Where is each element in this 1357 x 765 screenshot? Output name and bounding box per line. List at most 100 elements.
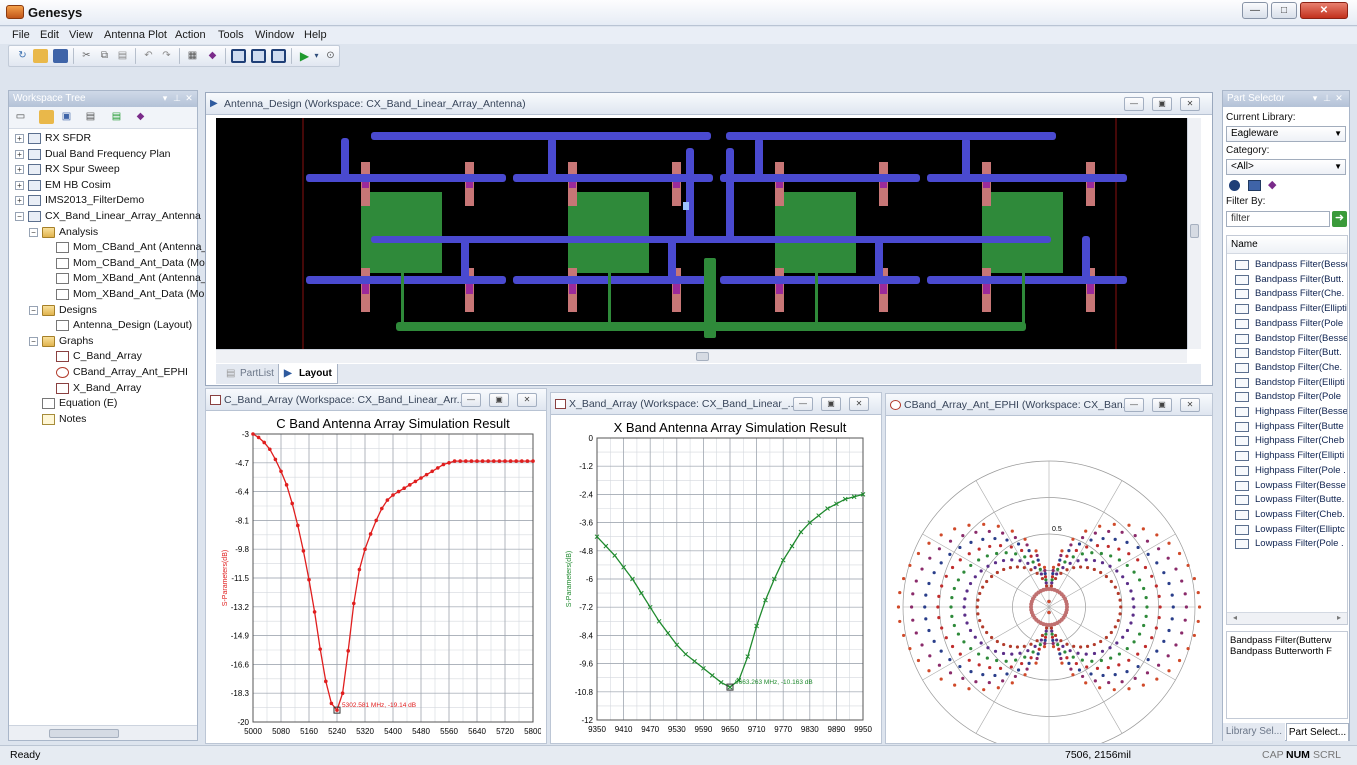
- run-dropdown-icon[interactable]: ▾: [309, 49, 324, 63]
- maximize-button[interactable]: □: [1271, 2, 1297, 19]
- layout-close-button[interactable]: ✕: [1180, 97, 1200, 111]
- pattern-point: [968, 581, 973, 586]
- filter-input[interactable]: filter: [1226, 211, 1330, 227]
- menu-file[interactable]: File: [12, 29, 30, 41]
- save-workspace-icon[interactable]: ▣: [59, 110, 74, 124]
- collapse-icon[interactable]: −: [29, 305, 38, 315]
- pin-icon[interactable]: ⊥: [1321, 92, 1333, 105]
- menu-window[interactable]: Window: [255, 29, 294, 41]
- new-icon[interactable]: ▭: [13, 110, 28, 124]
- info-icon[interactable]: [1229, 180, 1240, 191]
- panel-menu-icon[interactable]: ▾: [1309, 92, 1321, 105]
- grid-icon[interactable]: [271, 49, 286, 63]
- tile-icon[interactable]: [231, 49, 246, 63]
- cascade-icon[interactable]: [251, 49, 266, 63]
- data-point: [452, 459, 457, 463]
- workspace-tree-title: Workspace Tree: [13, 93, 86, 104]
- add-analysis-icon[interactable]: ▤: [109, 110, 124, 124]
- copy-icon[interactable]: ⧉: [97, 49, 112, 63]
- part-list-item-label: Bandpass Filter(Besse: [1255, 259, 1348, 270]
- category-select[interactable]: <All> ▼: [1226, 159, 1346, 175]
- expand-icon[interactable]: +: [15, 134, 24, 143]
- properties-icon[interactable]: ◆: [133, 110, 148, 124]
- pattern-point: [1025, 543, 1029, 547]
- layout-horizontal-scrollbar[interactable]: [216, 349, 1187, 363]
- filter-part-icon: [1235, 465, 1249, 476]
- tab-layout[interactable]: ▶ Layout: [278, 364, 338, 384]
- menu-edit[interactable]: Edit: [40, 29, 59, 41]
- pattern-point: [911, 618, 915, 622]
- pattern-point: [1141, 683, 1145, 687]
- menu-tools[interactable]: Tools: [218, 29, 244, 41]
- layout-minimize-button[interactable]: —: [1124, 97, 1144, 111]
- part-list-scrollbar[interactable]: ◂ ▸: [1227, 612, 1347, 624]
- workspace-icon: [28, 148, 41, 160]
- library-select[interactable]: Eagleware ▼: [1226, 126, 1346, 142]
- menu-action[interactable]: Action: [175, 29, 206, 41]
- pattern-point: [1044, 632, 1048, 636]
- tree-item-label: CX_Band_Linear_Array_Antenna: [45, 210, 201, 222]
- menu-view[interactable]: View: [69, 29, 93, 41]
- collapse-icon[interactable]: −: [29, 227, 38, 237]
- data-point: [279, 469, 283, 474]
- help-icon[interactable]: ⊙: [323, 49, 338, 63]
- pattern-point: [1107, 680, 1111, 685]
- collapse-icon[interactable]: −: [15, 212, 24, 221]
- pattern-point: [1050, 632, 1054, 636]
- x-band-minimize-button[interactable]: —: [793, 397, 813, 411]
- c-band-close-button[interactable]: ✕: [517, 393, 537, 407]
- x-band-maximize-button[interactable]: ▣: [821, 397, 841, 411]
- panel-close-icon[interactable]: ✕: [1333, 92, 1345, 105]
- tab-partlist[interactable]: ▤ PartList: [220, 364, 276, 384]
- tab-part-selector[interactable]: Part Select...: [1286, 723, 1349, 741]
- x-band-close-button[interactable]: ✕: [849, 397, 869, 411]
- folder-icon[interactable]: [1248, 180, 1261, 191]
- c-band-maximize-button[interactable]: ▣: [489, 393, 509, 407]
- panel-close-icon[interactable]: ✕: [183, 92, 195, 105]
- print-icon[interactable]: ▦: [185, 49, 200, 63]
- pattern-point: [1106, 665, 1110, 670]
- tab-library-selector[interactable]: Library Sel...: [1223, 723, 1285, 741]
- polar-minimize-button[interactable]: —: [1124, 398, 1144, 412]
- polar-maximize-button[interactable]: ▣: [1152, 398, 1172, 412]
- pattern-point: [937, 594, 941, 598]
- open-icon[interactable]: [33, 49, 48, 63]
- pattern-point: [1092, 558, 1097, 563]
- redo-icon[interactable]: ↷: [159, 49, 174, 63]
- save-icon[interactable]: [53, 49, 68, 63]
- expand-icon[interactable]: +: [15, 180, 24, 190]
- layout-canvas[interactable]: [216, 118, 1187, 349]
- properties-icon[interactable]: ◆: [205, 49, 220, 63]
- paste-icon[interactable]: ▤: [115, 49, 130, 63]
- polar-close-button[interactable]: ✕: [1180, 398, 1200, 412]
- open-folder-icon[interactable]: [39, 110, 54, 124]
- layout-maximize-button[interactable]: ▣: [1152, 97, 1172, 111]
- minimize-button[interactable]: —: [1242, 2, 1268, 19]
- collapse-icon[interactable]: −: [29, 336, 38, 346]
- pattern-point: [1154, 584, 1158, 588]
- layout-vertical-scrollbar[interactable]: [1187, 118, 1201, 349]
- y-tick-label: -4.8: [579, 547, 593, 556]
- apply-filter-button[interactable]: ➜: [1332, 211, 1347, 227]
- antenna-layout-drawing[interactable]: [216, 118, 1187, 349]
- expand-icon[interactable]: +: [15, 165, 24, 175]
- horizontal-scrollbar[interactable]: [9, 725, 197, 740]
- panel-menu-icon[interactable]: ▾: [159, 92, 171, 105]
- c-band-minimize-button[interactable]: —: [461, 393, 481, 407]
- add-item-icon[interactable]: ▤: [83, 110, 98, 124]
- cut-icon[interactable]: ✂: [79, 49, 94, 63]
- close-button[interactable]: ✕: [1300, 2, 1348, 19]
- pattern-point: [902, 633, 906, 638]
- pattern-point: [1119, 605, 1123, 609]
- properties-icon[interactable]: ◆: [1268, 180, 1280, 191]
- pattern-point: [1049, 584, 1053, 588]
- undo-icon[interactable]: ↶: [141, 49, 156, 63]
- expand-icon[interactable]: +: [15, 196, 24, 206]
- expand-icon[interactable]: +: [15, 149, 24, 159]
- menu-help[interactable]: Help: [304, 29, 327, 41]
- filter-part-icon: [1235, 348, 1249, 359]
- new-schematic-icon[interactable]: ↻: [15, 49, 30, 63]
- pattern-point: [937, 547, 942, 551]
- menu-antenna-plot[interactable]: Antenna Plot: [104, 29, 167, 41]
- pin-icon[interactable]: ⊥: [171, 92, 183, 105]
